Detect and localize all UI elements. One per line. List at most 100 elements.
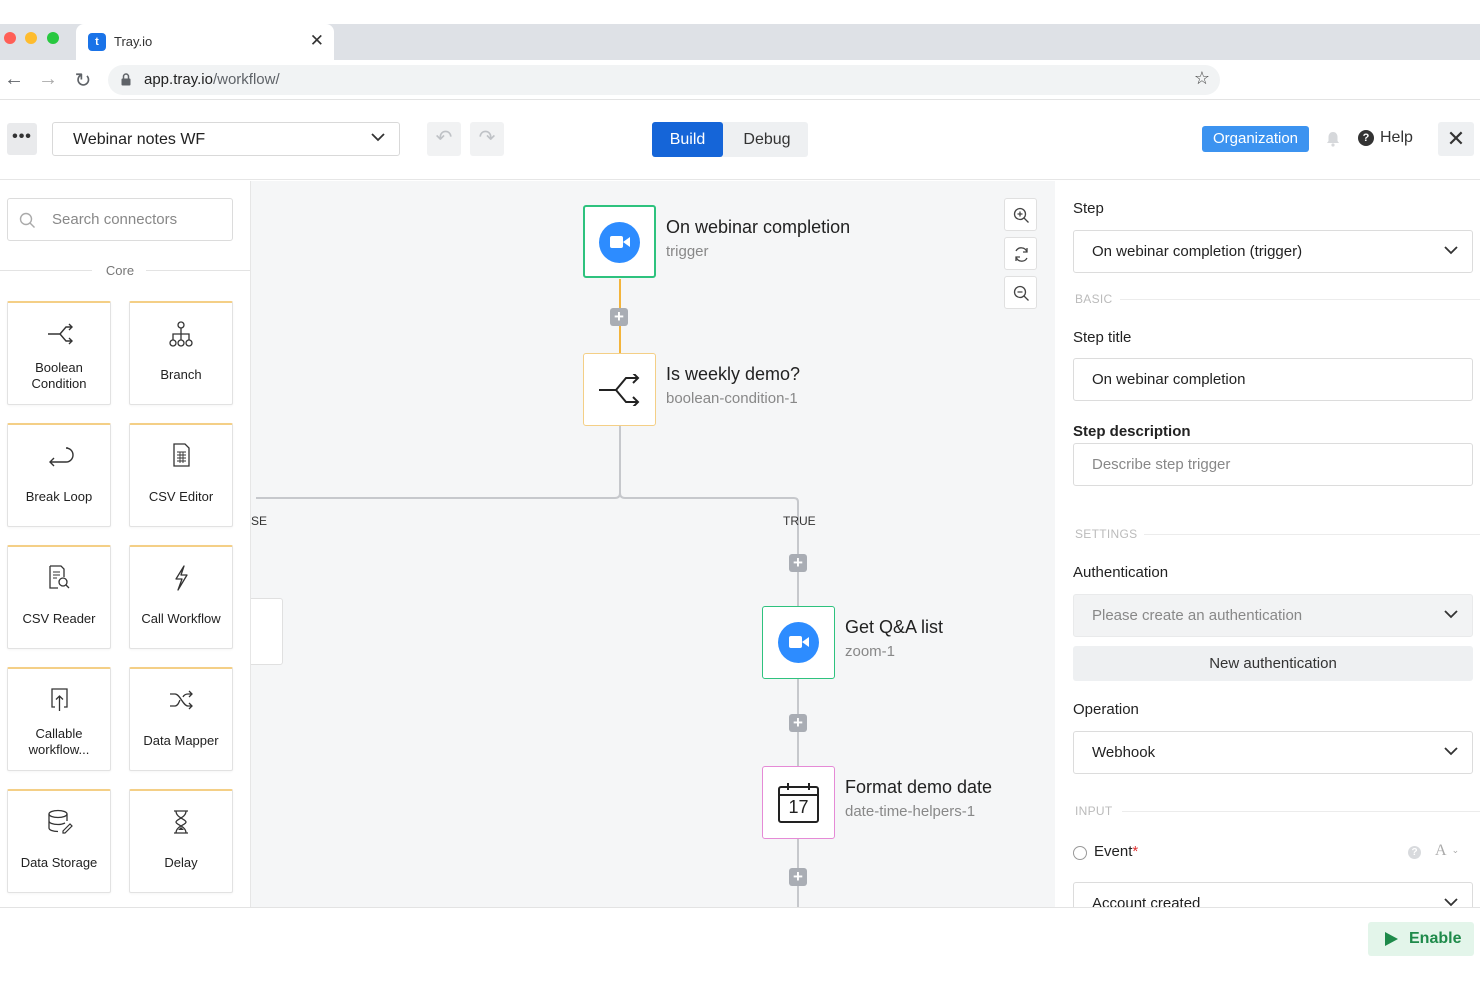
workflow-selector[interactable]: Webinar notes WF: [52, 122, 400, 156]
minimize-window-icon[interactable]: [25, 32, 37, 44]
add-step-button[interactable]: +: [789, 868, 807, 886]
operation-select[interactable]: Webhook: [1073, 731, 1473, 774]
boolean-condition-node[interactable]: [583, 353, 656, 426]
event-select[interactable]: Account created: [1073, 882, 1473, 907]
connector-label: CSV Editor: [148, 489, 214, 504]
connector-label: Delay: [164, 855, 198, 870]
connector-data-storage[interactable]: Data Storage: [7, 789, 111, 893]
boolean-branch-icon: [599, 374, 640, 406]
bookmark-star-icon[interactable]: ☆: [1194, 68, 1210, 89]
mode-toggle: Build Debug: [652, 122, 808, 157]
false-branch-step[interactable]: [251, 598, 283, 665]
chevron-down-icon: ⌄: [1451, 845, 1460, 855]
url-path: /workflow/: [212, 71, 280, 88]
branch-tree-icon: [169, 321, 193, 347]
authentication-placeholder: Please create an authentication: [1092, 607, 1303, 624]
back-arrow-icon[interactable]: ←: [2, 68, 26, 91]
divider: [1122, 811, 1480, 812]
reload-icon[interactable]: ↻: [71, 68, 95, 93]
connector-label: Break Loop: [25, 489, 93, 504]
search-connectors-input[interactable]: Search connectors: [7, 198, 233, 241]
address-bar: ← → ↻ app.tray.io/workflow/ ☆: [0, 60, 1480, 100]
event-radio[interactable]: [1073, 846, 1087, 860]
close-window-icon[interactable]: [4, 32, 16, 44]
connector-delay[interactable]: Delay: [129, 789, 233, 893]
redo-button[interactable]: ↷: [470, 122, 504, 156]
chevron-down-icon: [371, 133, 385, 142]
operation-label: Operation: [1073, 701, 1139, 718]
operation-value: Webhook: [1092, 744, 1156, 761]
connector-callable-workflow[interactable]: Callable workflow...: [7, 667, 111, 771]
add-step-button[interactable]: +: [789, 714, 807, 732]
authentication-select[interactable]: Please create an authentication: [1073, 594, 1473, 637]
forward-arrow-icon[interactable]: →: [36, 68, 60, 91]
csv-document-icon: [173, 443, 190, 467]
connector-boolean-condition[interactable]: Boolean Condition: [7, 301, 111, 405]
connector-branch[interactable]: Branch: [129, 301, 233, 405]
connector-data-mapper[interactable]: Data Mapper: [129, 667, 233, 771]
add-step-button[interactable]: +: [789, 554, 807, 572]
bell-icon[interactable]: [1326, 131, 1340, 147]
connector-break-loop[interactable]: Break Loop: [7, 423, 111, 527]
step-select-value: On webinar completion (trigger): [1092, 243, 1303, 260]
divider: [146, 270, 250, 271]
authentication-label: Authentication: [1073, 564, 1169, 581]
connector-csv-editor[interactable]: CSV Editor: [129, 423, 233, 527]
connector-call-workflow[interactable]: Call Workflow: [129, 545, 233, 649]
add-step-button[interactable]: +: [610, 308, 628, 326]
zoom-out-button[interactable]: [1004, 276, 1037, 309]
more-menu-button[interactable]: •••: [7, 123, 37, 155]
url-text: app.tray.io/workflow/: [144, 71, 280, 88]
node-subtitle: boolean-condition-1: [666, 390, 798, 407]
hourglass-icon: [174, 810, 188, 834]
event-label-text: Event: [1094, 843, 1133, 860]
date-helpers-node[interactable]: 17: [762, 766, 835, 839]
build-button[interactable]: Build: [652, 122, 723, 157]
zoom-camera-icon: [599, 222, 640, 263]
type-glyph: A: [1435, 842, 1447, 859]
close-editor-button[interactable]: ✕: [1438, 122, 1474, 156]
browser-tab[interactable]: t Tray.io ✕: [76, 24, 334, 60]
url-host: app.tray.io: [144, 71, 213, 88]
true-branch-label: TRUE: [783, 514, 816, 528]
chevron-down-icon: [1444, 246, 1458, 255]
node-title: Is weekly demo?: [666, 364, 801, 384]
debug-button[interactable]: Debug: [730, 122, 804, 157]
lock-icon: [121, 73, 131, 86]
zoom-out-icon: [1013, 285, 1029, 301]
question-icon[interactable]: ?: [1408, 846, 1421, 859]
reset-view-button[interactable]: [1004, 237, 1037, 270]
step-description-input[interactable]: Describe step trigger: [1073, 443, 1473, 486]
section-input: INPUT: [1075, 804, 1113, 818]
new-authentication-button[interactable]: New authentication: [1073, 646, 1473, 681]
trigger-node[interactable]: [583, 205, 656, 278]
enable-button[interactable]: Enable: [1368, 922, 1474, 956]
help-button[interactable]: ? Help: [1358, 129, 1413, 147]
step-description-label: Step description: [1073, 423, 1191, 440]
database-icon: [48, 809, 73, 834]
csv-search-icon: [49, 565, 70, 589]
search-placeholder: Search connectors: [52, 211, 178, 228]
divider: [1144, 534, 1480, 535]
zoom-node[interactable]: [762, 606, 835, 679]
search-icon: [19, 212, 35, 228]
connector-csv-reader[interactable]: CSV Reader: [7, 545, 111, 649]
lightning-icon: [175, 565, 188, 591]
step-select[interactable]: On webinar completion (trigger): [1073, 230, 1473, 273]
app-header: ••• Webinar notes WF ↶ ↷ Build Debug Org…: [0, 100, 1480, 180]
step-title-input[interactable]: On webinar completion: [1073, 358, 1473, 401]
connector-sidebar: Search connectors Core Boolean Condition…: [0, 181, 251, 907]
workflow-canvas[interactable]: + + + + SE TRUE On webinar completion tr…: [251, 181, 1055, 907]
tab-close-icon[interactable]: ✕: [310, 31, 324, 51]
connector-label: Boolean Condition: [31, 360, 87, 391]
type-selector[interactable]: A ⌄: [1435, 842, 1459, 860]
connector-lines: [256, 279, 799, 907]
organization-badge[interactable]: Organization: [1202, 126, 1309, 152]
tab-title: Tray.io: [114, 34, 153, 49]
url-field[interactable]: app.tray.io/workflow/ ☆: [108, 65, 1220, 95]
undo-button[interactable]: ↶: [427, 122, 461, 156]
maximize-window-icon[interactable]: [47, 32, 59, 44]
callable-upload-icon: [51, 688, 68, 711]
connector-label: CSV Reader: [22, 611, 96, 626]
zoom-in-button[interactable]: [1004, 198, 1037, 231]
